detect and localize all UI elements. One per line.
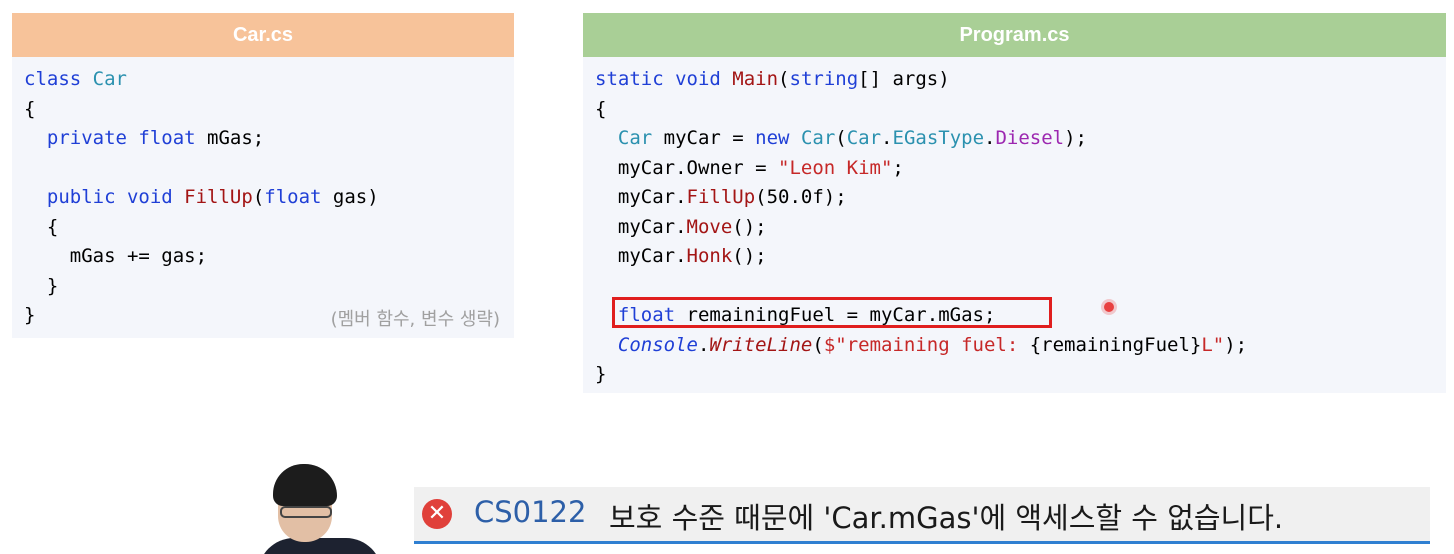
code-token: );	[1224, 333, 1248, 356]
code-line: myCar.Owner = "Leon Kim";	[595, 154, 1247, 184]
code-token: (	[778, 68, 790, 90]
code-token: myCar.Owner =	[595, 156, 779, 179]
code-token: Car	[800, 127, 836, 149]
code-line: {	[24, 213, 379, 243]
code-token: float	[264, 186, 333, 208]
code-line: }	[24, 301, 379, 331]
code-token: new	[755, 127, 801, 149]
code-token: Car	[846, 127, 882, 149]
code-line: mGas += gas;	[24, 242, 379, 272]
code-token: Diesel	[995, 127, 1065, 149]
code-token: $"remaining fuel:	[823, 333, 1030, 356]
code-token: string	[789, 68, 859, 90]
program-cs-code: static void Main(string[] args){ Car myC…	[595, 65, 1247, 390]
code-token: static	[595, 68, 676, 90]
code-token: Car	[92, 68, 127, 90]
omitted-members-note: (멤버 함수, 변수 생략)	[330, 309, 500, 330]
code-token: WriteLine	[709, 333, 813, 356]
code-token: Main	[732, 68, 779, 90]
code-token: .	[697, 333, 710, 356]
code-line: {	[24, 95, 379, 125]
error-message: 보호 수준 때문에 'Car.mGas'에 액세스할 수 없습니다.	[609, 501, 1284, 535]
code-line: myCar.Honk();	[595, 242, 1247, 272]
code-token: {remainingFuel}	[1029, 333, 1202, 356]
error-code[interactable]: CS0122	[474, 495, 586, 529]
code-line: Console.WriteLine($"remaining fuel: {rem…	[595, 331, 1247, 361]
code-token: (50.0f);	[755, 186, 847, 208]
code-token: (	[252, 186, 265, 208]
code-token: myCar.	[595, 186, 687, 208]
code-token: class	[24, 68, 93, 90]
code-line: class Car	[24, 65, 379, 95]
car-cs-title: Car.cs	[12, 13, 514, 57]
error-x-icon: ✕	[422, 499, 452, 529]
code-token: mGas += gas;	[24, 245, 208, 267]
code-token: void	[126, 186, 185, 208]
code-token: void	[675, 68, 733, 90]
code-line: myCar.Move();	[595, 213, 1247, 243]
code-line: }	[24, 272, 379, 302]
code-line: public void FillUp(float gas)	[24, 183, 379, 213]
code-token: }	[595, 363, 607, 385]
code-token: {	[24, 215, 59, 238]
code-line: }	[595, 360, 1247, 390]
code-line: {	[595, 95, 1247, 125]
code-token: .	[881, 127, 893, 149]
code-token: Console	[617, 333, 698, 356]
code-token: float	[138, 127, 208, 149]
code-token: myCar.	[595, 245, 687, 267]
code-token: {	[24, 97, 36, 120]
code-token: FillUp	[686, 186, 756, 208]
code-line: static void Main(string[] args)	[595, 65, 1247, 95]
code-token: mGas;	[207, 127, 265, 149]
code-token: Move	[686, 215, 733, 238]
code-token: private	[46, 127, 139, 149]
code-token: Honk	[686, 245, 733, 267]
code-token: myCar =	[652, 127, 756, 149]
car-cs-code: class Car{ private float mGas; public vo…	[24, 65, 379, 331]
code-token: .	[984, 127, 996, 149]
code-token: {	[595, 97, 607, 120]
code-token: );	[1064, 127, 1087, 149]
code-token: EGasType	[892, 127, 985, 149]
code-token: public	[46, 186, 127, 208]
car-cs-panel: Car.cs class Car{ private float mGas; pu…	[12, 13, 514, 338]
code-token: ();	[732, 245, 767, 267]
presenter-webcam	[258, 462, 382, 554]
code-token: }	[24, 304, 36, 326]
code-token: ;	[892, 156, 904, 179]
code-token: gas)	[332, 186, 379, 208]
code-token: (	[835, 127, 847, 149]
code-token: ();	[732, 215, 767, 238]
code-token: (	[812, 333, 824, 356]
code-line: private float mGas;	[24, 124, 379, 154]
code-token: Car	[617, 127, 653, 149]
error-line-highlight	[612, 297, 1052, 328]
program-cs-title: Program.cs	[583, 13, 1446, 57]
code-line: Car myCar = new Car(Car.EGasType.Diesel)…	[595, 124, 1247, 154]
code-token: "Leon Kim"	[778, 156, 893, 179]
code-token: [] args)	[858, 68, 950, 90]
code-token: myCar.	[595, 215, 687, 238]
code-token: FillUp	[184, 186, 253, 208]
mouse-cursor-indicator	[1104, 302, 1114, 312]
compiler-error-bar: ✕ CS0122 보호 수준 때문에 'Car.mGas'에 액세스할 수 없습…	[414, 487, 1430, 544]
code-token: }	[24, 274, 59, 297]
program-cs-panel: Program.cs static void Main(string[] arg…	[583, 13, 1446, 393]
code-line: myCar.FillUp(50.0f);	[595, 183, 1247, 213]
code-token: L"	[1201, 333, 1225, 356]
